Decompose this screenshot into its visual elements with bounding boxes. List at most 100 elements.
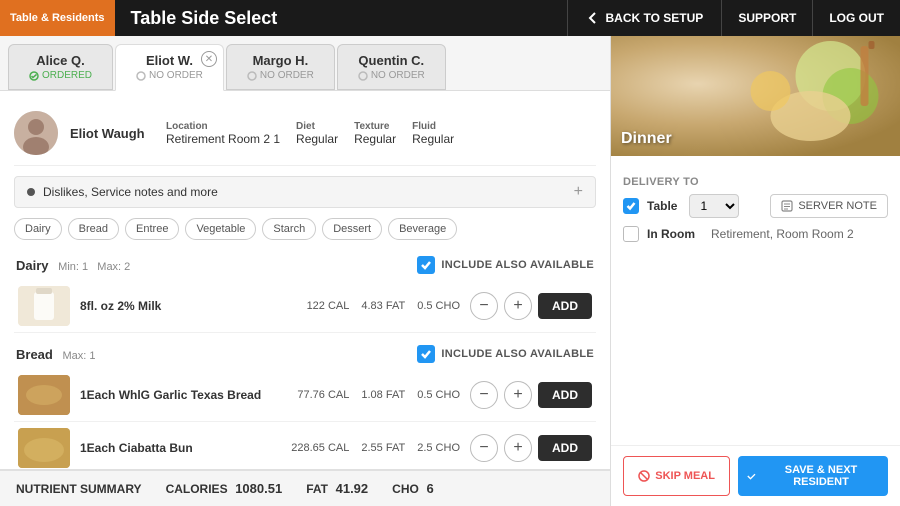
header: Table & Residents Table Side Select BACK… xyxy=(0,0,900,36)
dairy-meta: Min: 1 Max: 2 xyxy=(58,261,130,273)
cat-vegetable[interactable]: Vegetable xyxy=(185,218,256,240)
delivery-title: Delivery To xyxy=(623,176,888,188)
garlic-bread-qty-controls: − + ADD xyxy=(470,381,592,409)
in-room-value: Retirement, Room Room 2 xyxy=(711,227,854,241)
avatar xyxy=(14,111,58,155)
ciabatta-cho: 2.5 CHO xyxy=(417,442,460,454)
milk-add-button[interactable]: ADD xyxy=(538,293,592,319)
tab-margo-name: Margo H. xyxy=(253,53,309,68)
milk-name: 8fl. oz 2% Milk xyxy=(80,299,297,313)
bread-include-label: INCLUDE ALSO AVAILABLE xyxy=(441,348,594,360)
save-next-resident-button[interactable]: SAVE & NEXT RESIDENT xyxy=(738,456,888,496)
header-badge: Table & Residents xyxy=(0,0,115,36)
cho-label: CHO xyxy=(392,482,419,496)
resident-tabs: Alice Q. ORDERED ✕ Eliot W. NO ORDER Mar… xyxy=(0,36,610,91)
ciabatta-increment-button[interactable]: + xyxy=(504,434,532,462)
ciabatta-thumbnail xyxy=(18,428,70,468)
ciabatta-fat: 2.55 FAT xyxy=(361,442,405,454)
milk-cal: 122 CAL xyxy=(307,300,350,312)
right-content: Delivery To Table 1 2 3 SERVER NOTE xyxy=(611,156,900,445)
tab-close-icon[interactable]: ✕ xyxy=(201,51,217,67)
fluid-info: Fluid Regular xyxy=(412,121,454,146)
tab-quentin-name: Quentin C. xyxy=(358,53,424,68)
cat-entree[interactable]: Entree xyxy=(125,218,179,240)
nutrient-summary: NUTRIENT SUMMARY CALORIES 1080.51 FAT 41… xyxy=(0,469,610,506)
table-label: Table xyxy=(647,199,677,213)
calories-value: 1080.51 xyxy=(235,481,282,496)
bread-include-checkbox[interactable] xyxy=(417,345,435,363)
ciabatta-nutrition: 228.65 CAL 2.55 FAT 2.5 CHO xyxy=(291,442,460,454)
texture-info: Texture Regular xyxy=(354,121,396,146)
content-area: Eliot Waugh Location Retirement Room 2 1… xyxy=(0,91,610,469)
cat-starch[interactable]: Starch xyxy=(262,218,316,240)
cat-dairy[interactable]: Dairy xyxy=(14,218,62,240)
skip-meal-button[interactable]: SKIP MEAL xyxy=(623,456,730,496)
category-filters: Dairy Bread Entree Vegetable Starch Dess… xyxy=(14,218,596,240)
support-button[interactable]: SUPPORT xyxy=(722,0,813,36)
garlic-bread-add-button[interactable]: ADD xyxy=(538,382,592,408)
dinner-image: Dinner xyxy=(611,36,900,156)
fat-value: 41.92 xyxy=(336,481,369,496)
cat-beverage[interactable]: Beverage xyxy=(388,218,457,240)
garlic-bread-increment-button[interactable]: + xyxy=(504,381,532,409)
ciabatta-add-button[interactable]: ADD xyxy=(538,435,592,461)
garlic-bread-thumbnail xyxy=(18,375,70,415)
right-panel: Dinner Delivery To Table 1 2 3 xyxy=(610,36,900,506)
cat-bread[interactable]: Bread xyxy=(68,218,119,240)
dairy-section-header: Dairy Min: 1 Max: 2 INCLUDE ALSO AVAILAB… xyxy=(14,250,596,280)
milk-fat: 4.83 FAT xyxy=(361,300,405,312)
bread-meta: Max: 1 xyxy=(62,350,95,362)
table-number-select[interactable]: 1 2 3 xyxy=(689,194,739,218)
food-item-ciabatta: 1Each Ciabatta Bun 228.65 CAL 2.55 FAT 2… xyxy=(14,422,596,469)
in-room-delivery-row: In Room Retirement, Room Room 2 xyxy=(623,226,888,242)
cho-value: 6 xyxy=(426,481,433,496)
milk-increment-button[interactable]: + xyxy=(504,292,532,320)
milk-qty-controls: − + ADD xyxy=(470,292,592,320)
dislikes-expand-icon[interactable]: + xyxy=(574,183,583,201)
dairy-include-checkbox[interactable] xyxy=(417,256,435,274)
garlic-bread-cho: 0.5 CHO xyxy=(417,389,460,401)
dislikes-bar[interactable]: Dislikes, Service notes and more + xyxy=(14,176,596,208)
header-title: Table Side Select xyxy=(115,8,567,29)
milk-nutrition: 122 CAL 4.83 FAT 0.5 CHO xyxy=(307,300,460,312)
save-next-label: SAVE & NEXT RESIDENT xyxy=(762,464,880,488)
dairy-include-toggle[interactable]: INCLUDE ALSO AVAILABLE xyxy=(417,256,594,274)
tab-quentin[interactable]: Quentin C. NO ORDER xyxy=(337,44,446,90)
tab-alice-status: ORDERED xyxy=(29,70,92,81)
server-note-button[interactable]: SERVER NOTE xyxy=(770,194,888,218)
table-delivery-row: Table 1 2 3 SERVER NOTE xyxy=(623,194,888,218)
tab-margo[interactable]: Margo H. NO ORDER xyxy=(226,44,335,90)
dairy-title: Dairy xyxy=(16,258,49,273)
tab-eliot[interactable]: ✕ Eliot W. NO ORDER xyxy=(115,44,224,91)
in-room-checkbox[interactable] xyxy=(623,226,639,242)
ciabatta-decrement-button[interactable]: − xyxy=(470,434,498,462)
bread-section-header: Bread Max: 1 INCLUDE ALSO AVAILABLE xyxy=(14,339,596,369)
bread-include-toggle[interactable]: INCLUDE ALSO AVAILABLE xyxy=(417,345,594,363)
in-room-label: In Room xyxy=(647,227,695,241)
table-checkbox[interactable] xyxy=(623,198,639,214)
dairy-section: Dairy Min: 1 Max: 2 INCLUDE ALSO AVAILAB… xyxy=(14,250,596,333)
milk-decrement-button[interactable]: − xyxy=(470,292,498,320)
dairy-include-label: INCLUDE ALSO AVAILABLE xyxy=(441,259,594,271)
dislikes-dot-icon xyxy=(27,188,35,196)
back-label: BACK TO SETUP xyxy=(606,11,704,25)
left-panel: Alice Q. ORDERED ✕ Eliot W. NO ORDER Mar… xyxy=(0,36,610,506)
calories-label: CALORIES xyxy=(166,482,228,496)
logout-button[interactable]: LOG OUT xyxy=(813,0,900,36)
dinner-label: Dinner xyxy=(621,130,672,148)
garlic-bread-nutrition: 77.76 CAL 1.08 FAT 0.5 CHO xyxy=(297,389,460,401)
ciabatta-name: 1Each Ciabatta Bun xyxy=(80,441,281,455)
bread-title: Bread xyxy=(16,347,53,362)
tab-alice[interactable]: Alice Q. ORDERED xyxy=(8,44,113,90)
tab-margo-status: NO ORDER xyxy=(247,70,314,81)
garlic-bread-fat: 1.08 FAT xyxy=(361,389,405,401)
cat-dessert[interactable]: Dessert xyxy=(322,218,382,240)
resident-info: Eliot Waugh Location Retirement Room 2 1… xyxy=(14,103,596,166)
garlic-bread-decrement-button[interactable]: − xyxy=(470,381,498,409)
diet-info: Diet Regular xyxy=(296,121,338,146)
nutrient-summary-label: NUTRIENT SUMMARY xyxy=(16,482,142,496)
back-to-setup-button[interactable]: BACK TO SETUP xyxy=(567,0,723,36)
tab-alice-name: Alice Q. xyxy=(36,53,84,68)
server-note-label: SERVER NOTE xyxy=(798,200,877,212)
delivery-section: Delivery To Table 1 2 3 SERVER NOTE xyxy=(623,176,888,242)
